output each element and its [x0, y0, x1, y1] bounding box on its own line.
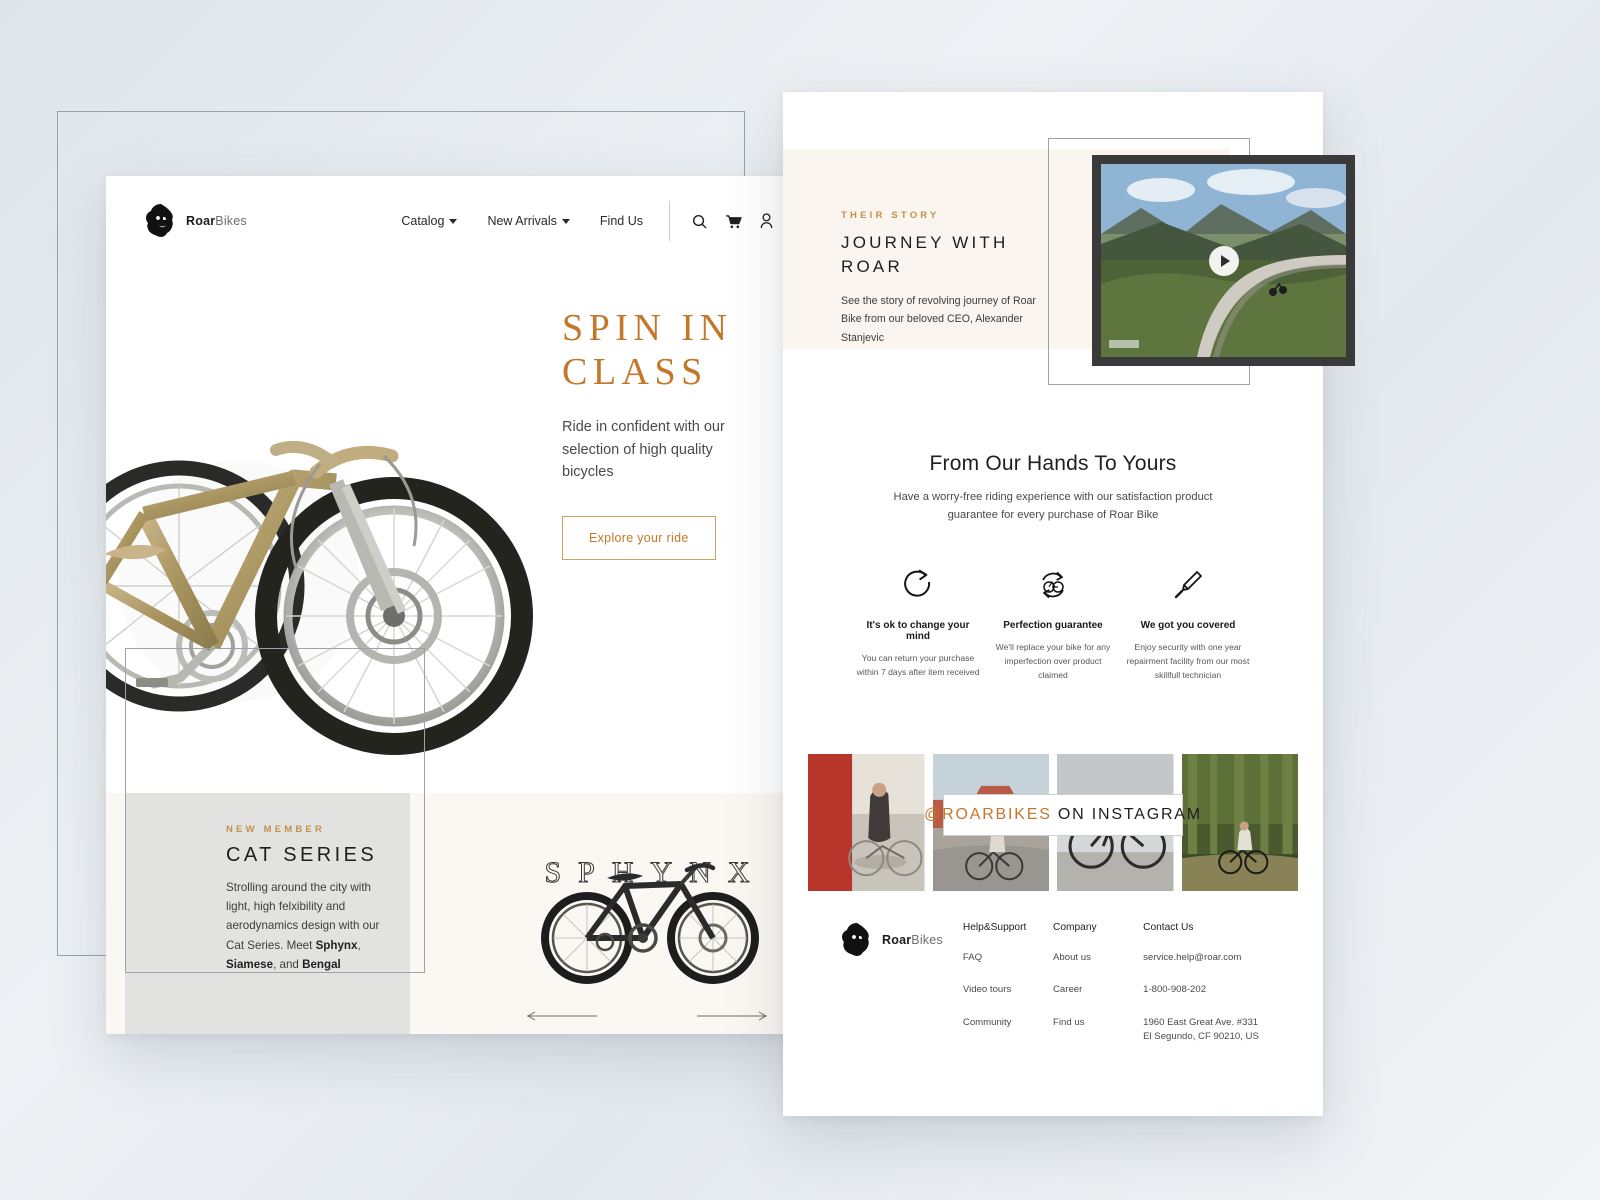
hero-title-line1: SPIN IN [562, 307, 733, 349]
feature-desc: Enjoy security with one year repairment … [1126, 641, 1250, 681]
hero-copy: SPIN IN CLASS Ride in confident with our… [562, 306, 792, 560]
lion-logo-icon [842, 923, 869, 956]
feature-list: It's ok to change your mind You can retu… [783, 563, 1323, 683]
nav-divider [669, 201, 670, 241]
lion-logo-icon [146, 204, 173, 237]
instagram-handle: @ROARBIKES [924, 806, 1052, 823]
bike-cycle-icon [1042, 571, 1064, 599]
feature-desc: You can return your purchase within 7 da… [856, 652, 980, 678]
nav-item-catalog[interactable]: Catalog [401, 214, 458, 228]
refresh-arrow-icon [904, 569, 931, 597]
nav-label: Catalog [401, 214, 445, 228]
feature-title: We got you covered [1140, 619, 1236, 631]
footer-link-career[interactable]: Career [1053, 983, 1143, 997]
play-button[interactable] [1208, 245, 1239, 276]
search-icon[interactable] [692, 214, 707, 229]
chevron-down-icon [449, 218, 458, 224]
chevron-down-icon [561, 218, 570, 224]
cat-bold-siamese: Siamese [226, 957, 274, 971]
logo-brand[interactable]: RoarBikes [144, 203, 247, 239]
nav-links: Catalog New Arrivals Find Us [401, 214, 643, 228]
play-triangle-icon [1220, 254, 1230, 267]
footer-column-heading: Help&Support [962, 922, 1027, 933]
footer-column-heading: Company [1053, 922, 1097, 933]
hero-title-line2: CLASS [562, 351, 708, 394]
footer-contact-address: 1960 East Great Ave. #331 El Segundo, CF… [1143, 1016, 1259, 1043]
footer-column-help: Help&Support FAQ Video tours Community [963, 922, 1053, 1045]
footer-brand-light: Bikes [911, 933, 943, 947]
footer-link-community[interactable]: Community [963, 1016, 1053, 1030]
sphynx-product-showcase: SPHYNX [497, 834, 797, 1024]
cart-icon[interactable] [725, 214, 742, 229]
instagram-banner[interactable]: @ROARBIKES ON INSTAGRAM [924, 794, 1200, 836]
instagram-suffix: ON INSTAGRAM [1051, 806, 1202, 823]
cat-series-title: CAT SERIES [226, 843, 378, 866]
nav-label: Find Us [599, 214, 643, 228]
user-icon[interactable] [760, 213, 773, 229]
cat-series-copy: NEW MEMBER CAT SERIES Strolling around t… [226, 824, 386, 974]
footer-column-contact: Contact Us service.help@roar.com 1-800-9… [1143, 922, 1266, 1045]
cat-bold-sphynx: Sphynx [315, 938, 358, 952]
cat-bold-bengal: Bengal [302, 957, 341, 971]
instagram-tile-1[interactable] [808, 754, 925, 891]
site-header: RoarBikes Catalog New Arrivals Find Us [106, 176, 811, 266]
footer-logo-brand[interactable]: RoarBikes [840, 922, 963, 958]
guarantee-section: From Our Hands To Yours Have a worry-fre… [783, 452, 1323, 682]
nav-item-new-arrivals[interactable]: New Arrivals [487, 214, 570, 228]
brand-wordmark: RoarBikes [186, 214, 247, 228]
footer-contact-phone[interactable]: 1-800-908-202 [1143, 983, 1266, 997]
screwdriver-icon [1174, 570, 1202, 599]
footer-link-faq[interactable]: FAQ [963, 951, 1053, 965]
footer-brand[interactable]: RoarBikes [840, 922, 963, 1045]
story-title: JOURNEY WITH ROAR [841, 233, 1009, 277]
cat-series-eyebrow: NEW MEMBER [226, 823, 326, 835]
cat-body-sep: , [357, 938, 361, 952]
story-video-card[interactable] [1092, 155, 1355, 366]
feature-desc: We'll replace your bike for any imperfec… [995, 641, 1111, 681]
brand-light: Bikes [215, 214, 247, 228]
footer-brand-bold: Roar [882, 933, 912, 947]
footer-contact-email[interactable]: service.help@roar.com [1143, 951, 1266, 965]
story-eyebrow: THEIR STORY [841, 210, 940, 221]
feature-change-your-mind: It's ok to change your mind You can retu… [851, 563, 986, 683]
feature-title: It's ok to change your mind [866, 619, 970, 642]
product-slider-arrows[interactable] [527, 1010, 767, 1022]
feature-icon-wrap [855, 563, 982, 607]
nav-icon-group [692, 213, 773, 229]
footer-column-heading: Contact Us [1143, 922, 1194, 933]
nav-label: New Arrivals [487, 214, 557, 228]
footer-link-video-tours[interactable]: Video tours [963, 983, 1053, 997]
hero-subtitle: Ride in confident with our selection of … [562, 419, 725, 481]
footer-brand-wordmark: RoarBikes [882, 933, 943, 947]
canvas: RoarBikes Catalog New Arrivals Find Us S… [0, 0, 1600, 1200]
sphynx-bicycle-image [541, 863, 759, 984]
cat-body-text-2: , and [273, 957, 303, 971]
explore-your-ride-button[interactable]: Explore your ride [562, 515, 716, 560]
story-video-thumbnail [1101, 164, 1346, 357]
cat-series-body: Strolling around the city with light, hi… [226, 878, 386, 974]
hero-title: SPIN IN CLASS [562, 306, 792, 394]
nav-item-find-us[interactable]: Find Us [600, 214, 643, 228]
story-copy: THEIR STORY JOURNEY WITH ROAR See the st… [841, 210, 1036, 347]
feature-icon-wrap [990, 563, 1117, 607]
feature-perfection-guarantee: Perfection guarantee We'll replace your … [986, 563, 1121, 683]
footer-link-about-us[interactable]: About us [1053, 951, 1143, 965]
footer-column-company: Company About us Career Find us [1053, 922, 1143, 1045]
story-body: See the story of revolving journey of Ro… [841, 295, 1036, 344]
feature-icon-wrap [1125, 563, 1252, 607]
feature-title: Perfection guarantee [1003, 619, 1103, 631]
main-navigation: Catalog New Arrivals Find Us [401, 201, 773, 241]
footer-link-find-us[interactable]: Find us [1053, 1016, 1143, 1030]
brand-bold: Roar [186, 214, 216, 228]
guarantee-title: From Our Hands To Yours [929, 452, 1177, 475]
site-footer: RoarBikes Help&Support FAQ Video tours C… [783, 922, 1323, 1045]
feature-we-got-you-covered: We got you covered Enjoy security with o… [1121, 563, 1256, 683]
instagram-banner-text: @ROARBIKES ON INSTAGRAM [924, 806, 1202, 824]
footer-columns: RoarBikes Help&Support FAQ Video tours C… [840, 922, 1266, 1045]
guarantee-subtitle: Have a worry-free riding experience with… [893, 491, 1213, 521]
